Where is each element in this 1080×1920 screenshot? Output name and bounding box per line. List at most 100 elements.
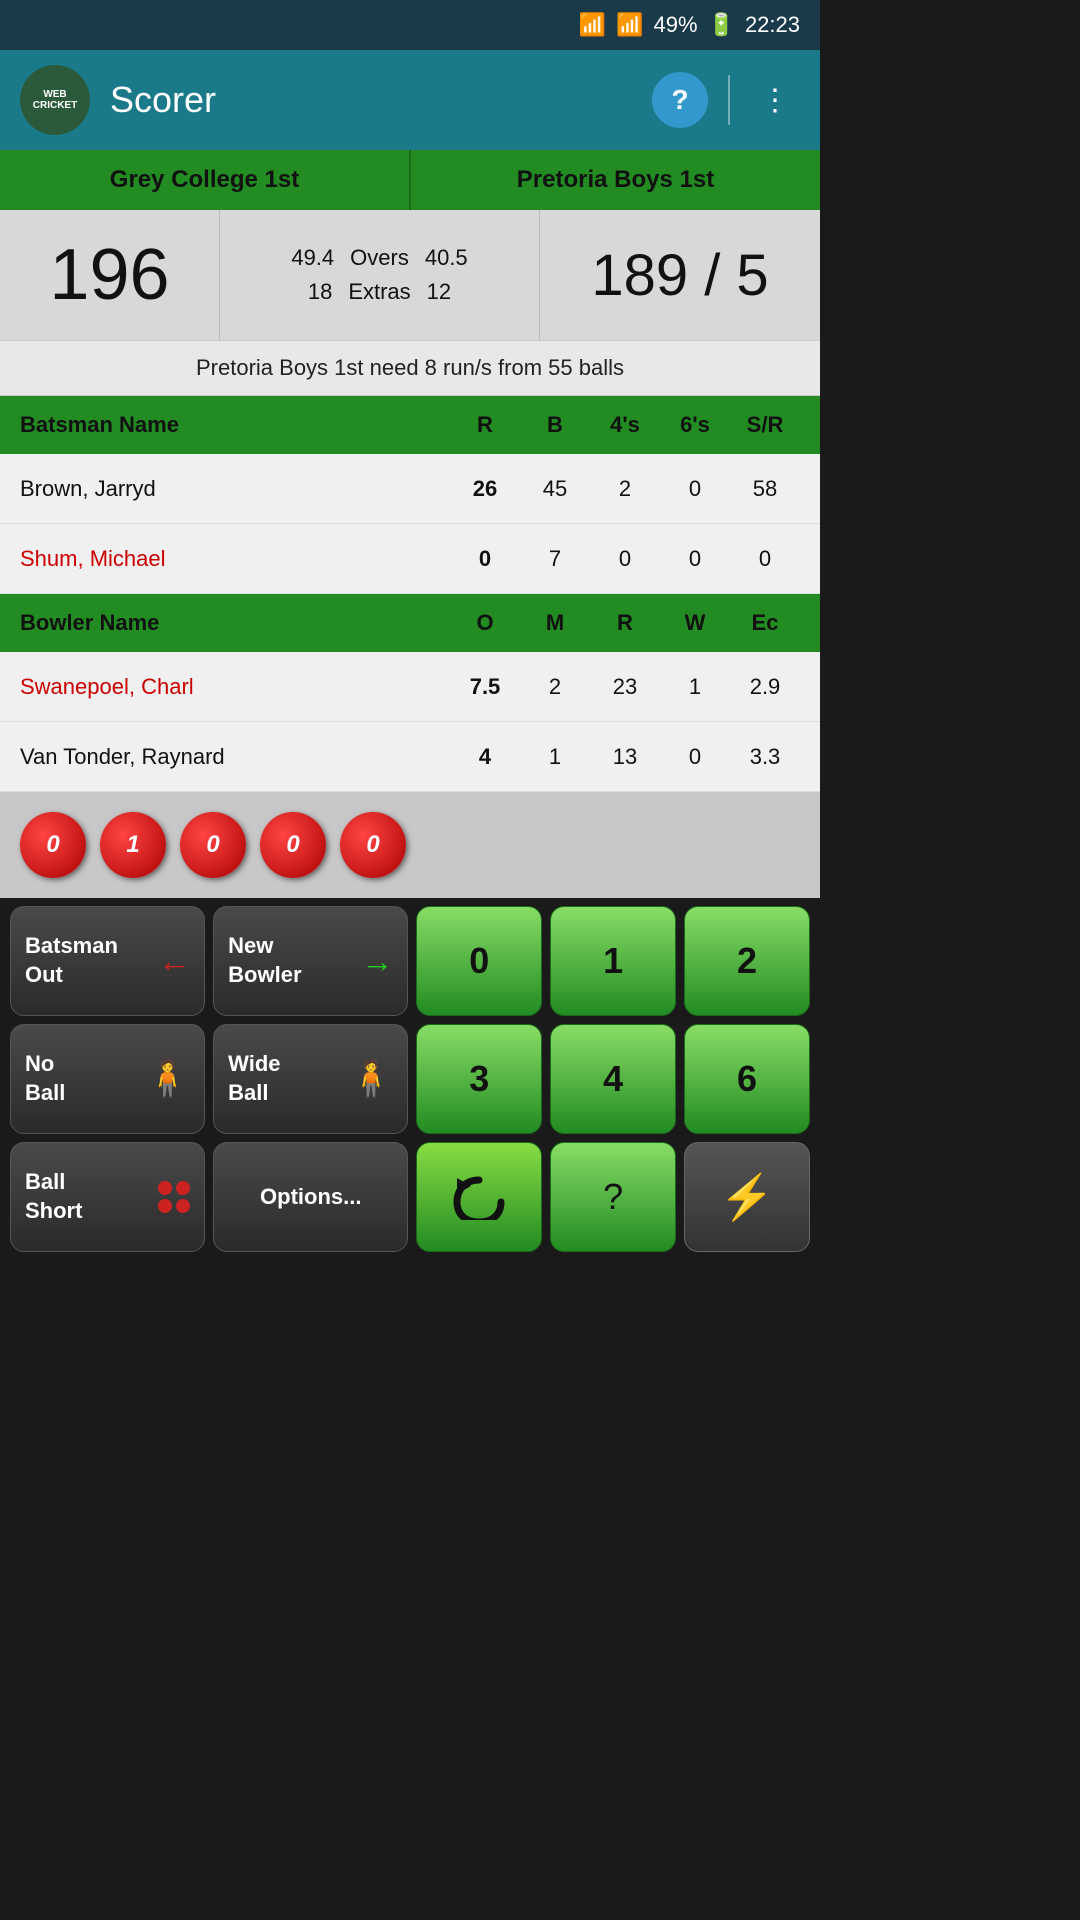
batsman1-r: 26	[450, 476, 520, 502]
team1-overs: 49.4	[291, 245, 334, 271]
run2-button[interactable]: 2	[684, 906, 810, 1016]
batsman1-fours: 2	[590, 476, 660, 502]
batsman-table-header: Batsman Name R B 4's 6's S/R	[0, 396, 820, 454]
bowler2-w: 0	[660, 744, 730, 770]
overs-label: Overs	[350, 245, 409, 271]
ball-short-button[interactable]: BallShort	[10, 1142, 205, 1252]
umpire2-icon: 🧍	[349, 1058, 394, 1100]
batsman2-r: 0	[450, 546, 520, 572]
options-button[interactable]: Options...	[213, 1142, 408, 1252]
signal-icon: 📶	[616, 12, 643, 38]
time-display: 22:23	[745, 12, 800, 38]
bowler2-ec: 3.3	[730, 744, 800, 770]
bowler-col-w: W	[660, 610, 730, 636]
ball-1: 0	[20, 812, 86, 878]
app-header: WEBCRICKET Scorer ? ⋮	[0, 50, 820, 150]
over-balls: 0 1 0 0 0	[0, 792, 820, 898]
team2-overs: 40.5	[425, 245, 468, 271]
wide-ball-button[interactable]: WideBall 🧍	[213, 1024, 408, 1134]
wifi-icon: 📶	[579, 12, 606, 38]
bowler1-o: 7.5	[450, 674, 520, 700]
bowler2-o: 4	[450, 744, 520, 770]
batsman2-sixes: 0	[660, 546, 730, 572]
ball-short-label: BallShort	[25, 1168, 82, 1225]
bowler1-m: 2	[520, 674, 590, 700]
header-divider	[728, 75, 730, 125]
battery-icon: 🔋	[708, 12, 735, 38]
bowler-row-2[interactable]: Van Tonder, Raynard 4 1 13 0 3.3	[0, 722, 820, 792]
ball-4: 0	[260, 812, 326, 878]
arrow-right-icon: →	[361, 943, 393, 980]
team2-button[interactable]: Pretoria Boys 1st	[411, 150, 820, 210]
bowler1-r: 23	[590, 674, 660, 700]
batsman2-name: Shum, Michael	[20, 546, 450, 572]
batsman-row-2[interactable]: Shum, Michael 0 7 0 0 0	[0, 524, 820, 594]
team1-button[interactable]: Grey College 1st	[0, 150, 411, 210]
help-button[interactable]: ?	[652, 72, 708, 128]
bowler2-name: Van Tonder, Raynard	[20, 744, 450, 770]
batsman-col-b: B	[520, 412, 590, 438]
bowler2-m: 1	[520, 744, 590, 770]
bowler-row-1[interactable]: Swanepoel, Charl 7.5 2 23 1 2.9	[0, 652, 820, 722]
bowler1-w: 1	[660, 674, 730, 700]
batsman-col-r: R	[450, 412, 520, 438]
teams-row: Grey College 1st Pretoria Boys 1st	[0, 150, 820, 210]
bowler-col-ec: Ec	[730, 610, 800, 636]
bowler2-r: 13	[590, 744, 660, 770]
batsman-table-body: Brown, Jarryd 26 45 2 0 58 Shum, Michael…	[0, 454, 820, 594]
batsman-col-sixes: 6's	[660, 412, 730, 438]
score-details: 49.4 Overs 40.5 18 Extras 12	[220, 210, 540, 340]
batsman1-sixes: 0	[660, 476, 730, 502]
batsman1-sr: 58	[730, 476, 800, 502]
team1-extras: 18	[308, 279, 332, 305]
ball-2: 1	[100, 812, 166, 878]
bowler-table-header: Bowler Name O M R W Ec	[0, 594, 820, 652]
ball-short-dots-icon	[158, 1181, 190, 1213]
bowler-table-body: Swanepoel, Charl 7.5 2 23 1 2.9 Van Tond…	[0, 652, 820, 792]
new-bowler-label: NewBowler	[228, 932, 301, 989]
status-bar: 📶 📶 49% 🔋 22:23	[0, 0, 820, 50]
run4-button[interactable]: 4	[550, 1024, 676, 1134]
info-bar: Pretoria Boys 1st need 8 run/s from 55 b…	[0, 340, 820, 396]
bowler-col-name: Bowler Name	[20, 610, 450, 636]
unknown-button[interactable]: ?	[550, 1142, 676, 1252]
run0-button[interactable]: 0	[416, 906, 542, 1016]
batsman-col-name: Batsman Name	[20, 412, 450, 438]
bowler1-ec: 2.9	[730, 674, 800, 700]
app-logo: WEBCRICKET	[20, 65, 90, 135]
undo-button[interactable]	[416, 1142, 542, 1252]
batsman2-fours: 0	[590, 546, 660, 572]
batsman1-b: 45	[520, 476, 590, 502]
undo-icon	[451, 1174, 507, 1220]
batsman-col-sr: S/R	[730, 412, 800, 438]
buttons-section: BatsmanOut ← NewBowler → 0 1 2 NoBall 🧍 …	[0, 898, 820, 1262]
run6-button[interactable]: 6	[684, 1024, 810, 1134]
options-label: Options...	[260, 1183, 361, 1212]
score-section: 196 49.4 Overs 40.5 18 Extras 12 189 / 5	[0, 210, 820, 340]
button-row-1: BatsmanOut ← NewBowler → 0 1 2	[10, 906, 810, 1016]
app-title: Scorer	[110, 79, 632, 121]
lightning-button[interactable]: ⚡	[684, 1142, 810, 1252]
question-icon: ?	[603, 1176, 623, 1218]
no-ball-button[interactable]: NoBall 🧍	[10, 1024, 205, 1134]
bowler1-name: Swanepoel, Charl	[20, 674, 450, 700]
team1-score: 196	[0, 210, 220, 340]
run1-button[interactable]: 1	[550, 906, 676, 1016]
bowler-col-r: R	[590, 610, 660, 636]
extras-label: Extras	[348, 279, 410, 305]
batsman-row-1[interactable]: Brown, Jarryd 26 45 2 0 58	[0, 454, 820, 524]
battery-percent: 49%	[653, 12, 697, 38]
menu-button[interactable]: ⋮	[750, 73, 800, 128]
arrow-left-icon: ←	[158, 943, 190, 980]
ball-5: 0	[340, 812, 406, 878]
team2-score: 189 / 5	[540, 210, 820, 340]
batsman-out-button[interactable]: BatsmanOut ←	[10, 906, 205, 1016]
button-row-2: NoBall 🧍 WideBall 🧍 3 4 6	[10, 1024, 810, 1134]
umpire1-icon: 🧍	[145, 1058, 190, 1100]
button-row-3: BallShort Options... ? ⚡	[10, 1142, 810, 1252]
new-bowler-button[interactable]: NewBowler →	[213, 906, 408, 1016]
run3-button[interactable]: 3	[416, 1024, 542, 1134]
team2-extras: 12	[427, 279, 451, 305]
batsman2-b: 7	[520, 546, 590, 572]
lightning-icon: ⚡	[720, 1171, 775, 1223]
